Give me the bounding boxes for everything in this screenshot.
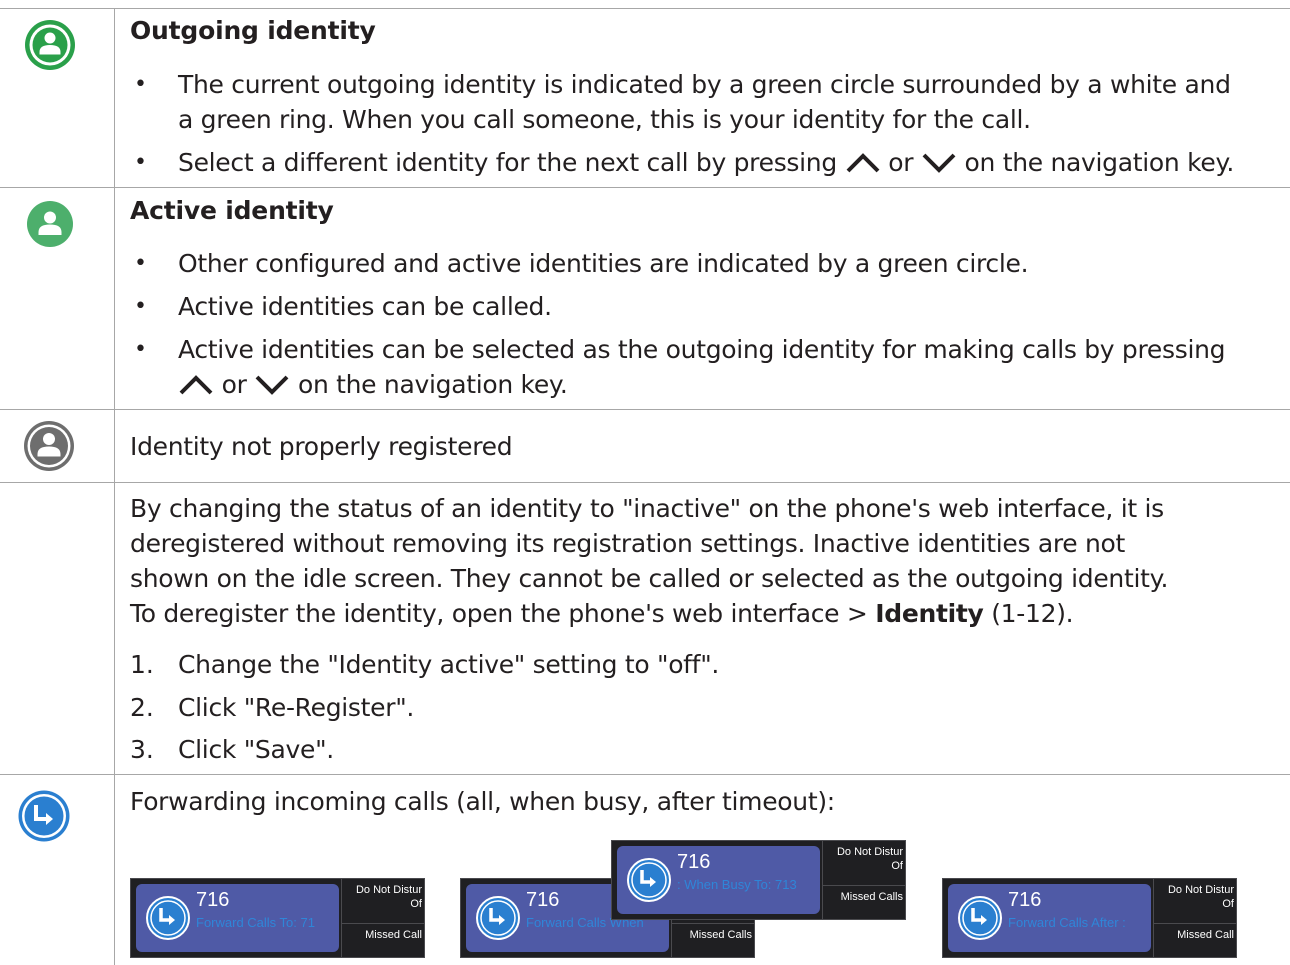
chevron-down-icon — [254, 370, 290, 405]
step-text: Click "Re-Register". — [178, 693, 415, 722]
bullet: • — [134, 72, 147, 97]
inactive-line-4-pre: To deregister the identity, open the pho… — [130, 599, 868, 628]
extension-number: 716 — [1008, 889, 1042, 911]
extension-number: 716 — [677, 851, 711, 873]
inactive-paragraph-line-4: To deregister the identity, open the pho… — [130, 596, 1074, 631]
forwarding-text: Forwarding incoming calls (all, when bus… — [130, 787, 835, 816]
active-bullet-2: Active identities can be called. — [178, 292, 552, 321]
outgoing-bullet-1-line-2: a green ring. When you call someone, thi… — [178, 105, 1031, 134]
call-forward-icon — [18, 790, 70, 842]
outgoing-identity-heading: Outgoing identity — [130, 16, 376, 45]
phone-screen-forward-busy: 716 : When Busy To: 713 Do Not Distur Of … — [611, 840, 906, 920]
dnd-label: Do Not Distur Of — [836, 846, 903, 872]
row-divider — [0, 774, 1290, 775]
row-divider — [0, 187, 1290, 188]
chevron-up-icon — [845, 148, 881, 183]
active-bullet-3-post: on the navigation key. — [297, 370, 568, 399]
row-divider — [0, 482, 1290, 483]
inactive-paragraph-line-1: By changing the status of an identity to… — [130, 494, 1164, 523]
missed-calls-label: Missed Call — [365, 929, 422, 941]
inactive-paragraph-line-2: deregistered without removing its regist… — [130, 529, 1126, 558]
active-identity-heading: Active identity — [130, 196, 334, 225]
chevron-down-icon — [921, 148, 957, 183]
step-number: 3. — [130, 735, 154, 764]
bullet: • — [134, 337, 147, 362]
identity-menu-label: Identity — [875, 599, 984, 628]
outgoing-bullet-2-post: on the navigation key. — [964, 148, 1235, 177]
outgoing-bullet-1-line-1: The current outgoing identity is indicat… — [178, 70, 1231, 99]
outgoing-bullet-2: Select a different identity for the next… — [178, 145, 1234, 183]
bullet: • — [134, 251, 147, 276]
row-divider — [0, 409, 1290, 410]
step-text: Change the "Identity active" setting to … — [178, 650, 720, 679]
outgoing-bullet-2-pre: Select a different identity for the next… — [178, 148, 837, 177]
active-bullet-3-line-1: Active identities can be selected as the… — [178, 335, 1226, 364]
missed-calls-label: Missed Calls — [840, 891, 903, 903]
bullet: • — [134, 150, 147, 175]
dnd-label: Do Not Distur Of — [1167, 884, 1234, 910]
extension-number: 716 — [196, 889, 230, 911]
call-forward-icon — [627, 858, 671, 906]
missed-calls-label: Missed Call — [1177, 929, 1234, 941]
step-number: 1. — [130, 650, 154, 679]
chevron-up-icon — [178, 370, 214, 405]
outgoing-bullet-2-or: or — [888, 148, 914, 177]
active-bullet-3-line-2: or on the navigation key. — [178, 367, 568, 405]
phone-screen-forward-after: 716 Forward Calls After : Do Not Distur O… — [942, 878, 1237, 958]
forward-status: Forward Calls After : — [1008, 915, 1126, 930]
extension-number: 716 — [526, 889, 560, 911]
inactive-line-4-post: (1-12). — [991, 599, 1074, 628]
active-bullet-3-or: or — [221, 370, 247, 399]
missed-calls-label: Missed Calls — [689, 929, 752, 941]
inactive-paragraph-line-3: shown on the idle screen. They cannot be… — [130, 564, 1169, 593]
call-forward-icon — [476, 896, 520, 944]
step-number: 2. — [130, 693, 154, 722]
call-forward-icon — [146, 896, 190, 944]
not-registered-text: Identity not properly registered — [130, 432, 513, 461]
bullet: • — [134, 294, 147, 319]
forward-status: Forward Calls To: 71 — [196, 915, 315, 930]
side-panel: Do Not Distur Of Missed Calls — [822, 841, 905, 919]
forward-status: : When Busy To: 713 — [677, 877, 797, 892]
side-panel: Do Not Distur Of Missed Call — [341, 879, 424, 957]
outgoing-identity-icon — [24, 19, 76, 71]
step-text: Click "Save". — [178, 735, 334, 764]
dnd-label: Do Not Distur Of — [355, 884, 422, 910]
side-panel: Do Not Distur Of Missed Call — [1153, 879, 1236, 957]
unregistered-identity-icon — [23, 420, 75, 472]
row-divider — [0, 8, 1290, 9]
active-bullet-1: Other configured and active identities a… — [178, 249, 1029, 278]
column-divider — [114, 8, 115, 965]
phone-screen-forward-all: 716 Forward Calls To: 71 Do Not Distur Of… — [130, 878, 425, 958]
active-identity-icon — [27, 201, 73, 247]
call-forward-icon — [958, 896, 1002, 944]
